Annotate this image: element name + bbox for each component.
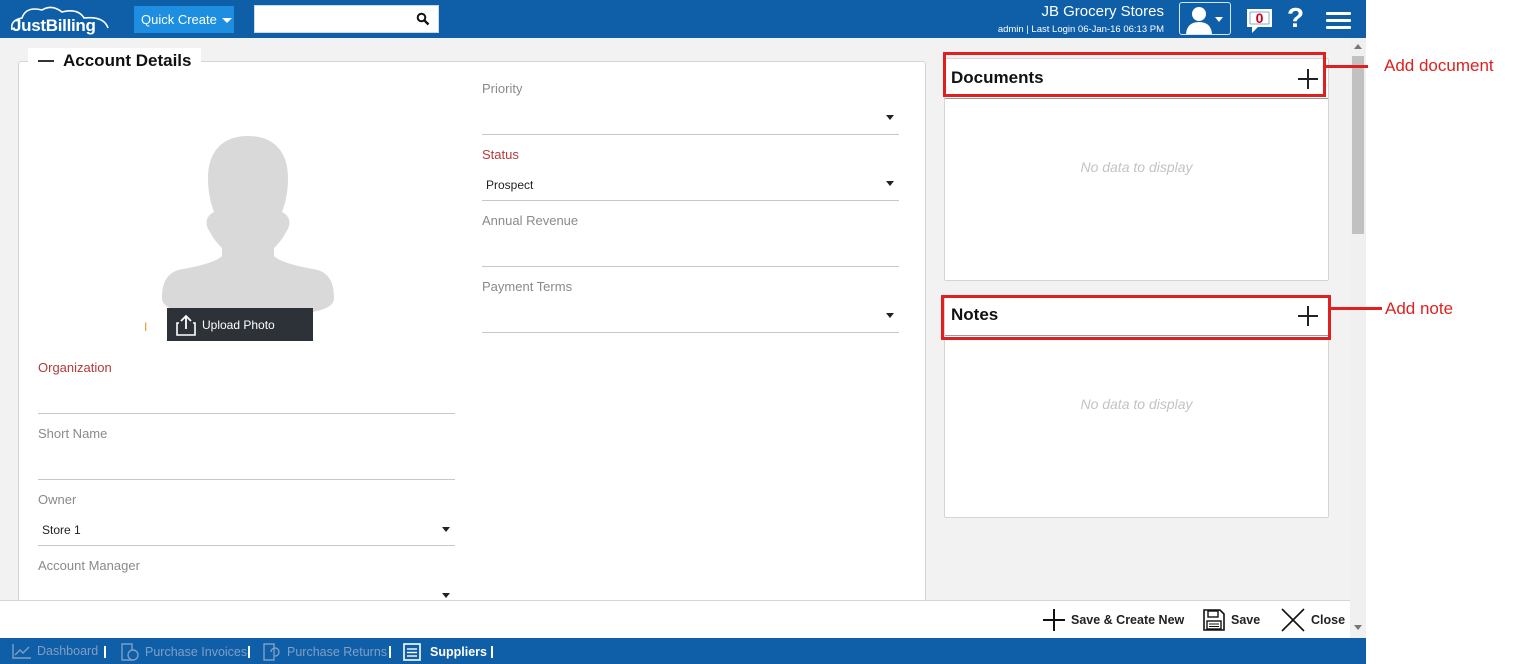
last-login-info: admin | Last Login 06-Jan-16 06:13 PM [997,24,1164,35]
store-name: JB Grocery Stores [1041,3,1164,20]
upload-status-marker: I [144,320,148,334]
upload-photo-button[interactable]: Upload Photo [167,308,313,341]
chevron-down-icon [221,18,232,24]
plus-icon [1043,609,1065,631]
notes-empty-text: No data to display [1080,396,1193,412]
organization-label: Organization [38,360,112,375]
save-create-new-button[interactable]: Save & Create New [1042,607,1184,633]
short-name-field[interactable]: Short Name [38,426,455,480]
annual-revenue-field[interactable]: Annual Revenue [482,213,899,267]
owner-label: Owner [38,492,77,507]
nav-item-purchase-invoices[interactable]: Purchase Invoices [120,643,247,661]
line-chart-icon [12,644,31,659]
save-button[interactable]: Save [1202,607,1260,633]
logo[interactable]: JustBilling [8,4,112,36]
account-details-legend: Account Details [28,48,202,74]
suppliers-list-icon [403,643,421,661]
account-manager-select[interactable]: Account Manager [38,558,455,600]
nav-item-dashboard[interactable]: Dashboard [12,643,98,659]
scrollbar-thumb[interactable] [1352,56,1364,234]
nav-label: Suppliers [430,645,487,659]
organization-field[interactable]: Organization [38,360,455,414]
payment-terms-select[interactable]: Payment Terms [482,279,899,333]
nav-label: Purchase Returns [287,645,388,659]
status-label: Status [482,147,519,162]
nav-item-purchase-returns[interactable]: Purchase Returns [262,643,387,661]
vertical-scrollbar[interactable] [1350,38,1366,638]
annual-revenue-label: Annual Revenue [482,213,579,228]
search-box [254,5,439,33]
search-input[interactable] [255,6,415,32]
dropdown-caret-icon [442,593,450,598]
logo-text: JustBilling [12,16,96,35]
invoice-icon [121,643,139,661]
documents-empty-text: No data to display [1080,159,1193,175]
status-value: Prospect [486,178,534,192]
owner-select[interactable]: Owner Store 1 [38,492,455,546]
dropdown-caret-icon [886,313,894,318]
floppy-disk-icon [1203,609,1225,631]
scroll-down-icon[interactable] [1354,625,1362,630]
user-icon [1186,7,1212,34]
save-label: Save [1231,613,1261,627]
quick-create-label: Quick Create [141,12,217,27]
close-icon [1281,608,1305,632]
dropdown-caret-icon [886,181,894,186]
upload-icon [176,314,196,336]
dropdown-caret-icon [886,115,894,120]
save-create-new-label: Save & Create New [1071,613,1185,627]
nav-label: Dashboard [37,644,99,658]
add-document-highlight [943,52,1326,97]
close-label: Close [1311,613,1346,627]
add-document-annotation: Add document [1384,56,1494,75]
return-icon [263,643,280,661]
bottom-nav: Dashboard Purchase Invoices Purchase Ret… [0,638,1366,664]
notifications-button[interactable]: 0 [1244,7,1275,35]
close-button[interactable]: Close [1280,607,1345,633]
payment-terms-label: Payment Terms [482,279,573,294]
add-note-annotation: Add note [1385,299,1454,318]
hamburger-menu-icon[interactable] [1326,12,1351,30]
account-manager-label: Account Manager [38,558,140,573]
nav-label: Purchase Invoices [145,645,248,659]
action-bar: Save & Create New Save Close [0,600,1350,638]
status-select[interactable]: Status Prospect [482,147,899,201]
short-name-label: Short Name [38,426,108,441]
top-bar: JustBilling Quick Create JB Grocery Stor… [0,0,1366,38]
app-root: JustBilling Quick Create JB Grocery Stor… [0,0,1515,664]
quick-create-button[interactable]: Quick Create [134,6,234,33]
user-menu-button[interactable] [1179,2,1231,35]
priority-label: Priority [482,81,523,96]
search-icon[interactable] [416,12,430,26]
priority-select[interactable]: Priority [482,81,899,135]
owner-value: Store 1 [42,523,81,537]
help-icon[interactable]: ? [1287,2,1304,34]
upload-photo-label: Upload Photo [202,317,275,332]
add-note-highlight [941,295,1331,340]
scroll-up-icon[interactable] [1354,44,1362,49]
chevron-down-icon [1215,17,1223,22]
collapse-icon[interactable] [38,60,54,62]
dropdown-caret-icon [442,527,450,532]
notification-count: 0 [1255,10,1264,26]
avatar-placeholder [162,136,334,316]
nav-item-suppliers[interactable]: Suppliers [403,643,487,661]
panel-title: Account Details [63,51,192,70]
